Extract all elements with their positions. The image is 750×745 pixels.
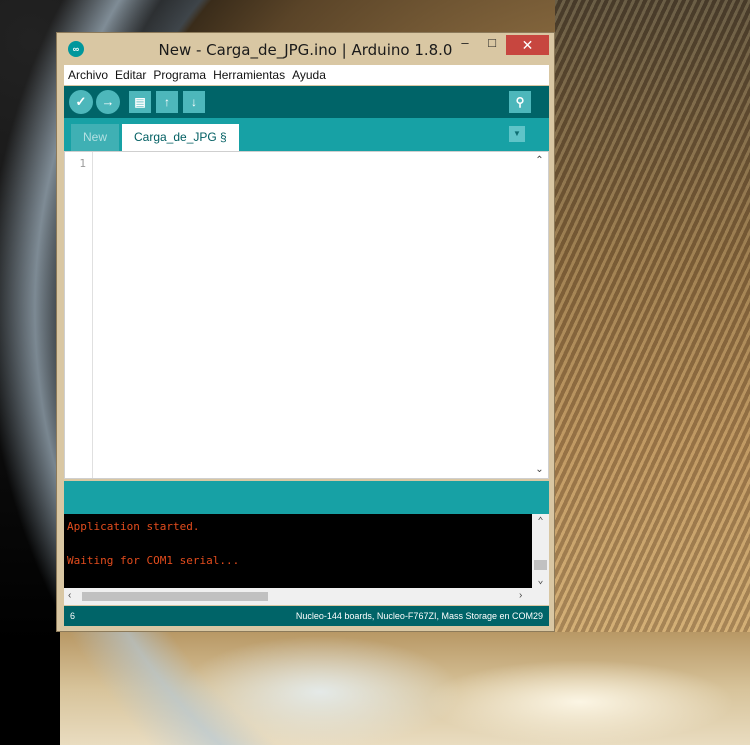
menu-archivo[interactable]: Archivo xyxy=(64,65,111,82)
title-bar[interactable]: ∞ New - Carga_de_JPG.ino | Arduino 1.8.0… xyxy=(57,33,554,65)
scrollbar-thumb[interactable] xyxy=(534,560,547,570)
console-horizontal-scrollbar[interactable]: ‹ › xyxy=(64,588,549,605)
board-port-info: Nucleo-144 boards, Nucleo-F767ZI, Mass S… xyxy=(295,611,543,621)
open-sketch-button[interactable]: ↑ xyxy=(156,91,178,113)
message-status-bar xyxy=(64,481,549,514)
code-editor[interactable]: 1 ⌃ ⌄ xyxy=(64,151,549,479)
scroll-up-icon[interactable]: ⌃ xyxy=(532,516,549,527)
menu-programa[interactable]: Programa xyxy=(149,65,209,82)
line-number-indicator: 6 xyxy=(70,611,76,621)
desktop-wallpaper-bottom xyxy=(60,632,750,745)
tab-new[interactable]: New xyxy=(71,124,120,151)
console-vertical-scrollbar[interactable]: ⌃ ⌄ xyxy=(532,514,549,588)
upload-button[interactable]: → xyxy=(96,90,120,114)
line-number-gutter: 1 xyxy=(65,152,93,478)
console-line: Application started. xyxy=(67,520,200,533)
editor-vertical-scrollbar[interactable]: ⌃ ⌄ xyxy=(531,152,548,478)
menu-ayuda[interactable]: Ayuda xyxy=(288,65,329,82)
line-number: 1 xyxy=(79,157,86,170)
sketch-tab-bar: New Carga_de_JPG § ▼ xyxy=(64,118,549,151)
menu-herramientas[interactable]: Herramientas xyxy=(209,65,288,82)
scroll-up-icon[interactable]: ⌃ xyxy=(531,155,548,166)
arduino-ide-window: ∞ New - Carga_de_JPG.ino | Arduino 1.8.0… xyxy=(56,32,555,632)
tab-menu-chevron-down-icon[interactable]: ▼ xyxy=(509,126,525,142)
scrollbar-thumb[interactable] xyxy=(82,592,268,601)
scroll-down-icon[interactable]: ⌄ xyxy=(532,575,549,586)
close-button[interactable]: ✕ xyxy=(506,35,549,55)
scroll-down-icon[interactable]: ⌄ xyxy=(531,464,548,475)
tab-carga-de-jpg[interactable]: Carga_de_JPG § xyxy=(122,124,239,151)
save-sketch-button[interactable]: ↓ xyxy=(183,91,205,113)
output-console[interactable]: Application started. Waiting for COM1 se… xyxy=(64,514,549,588)
toolbar: ✓ → ▤ ↑ ↓ ⚲ xyxy=(64,86,549,118)
scroll-left-icon[interactable]: ‹ xyxy=(68,590,71,601)
status-footer: 6 Nucleo-144 boards, Nucleo-F767ZI, Mass… xyxy=(64,606,549,626)
menu-bar: Archivo Editar Programa Herramientas Ayuda xyxy=(64,65,549,85)
verify-button[interactable]: ✓ xyxy=(69,90,93,114)
minimize-button[interactable]: – xyxy=(452,35,478,55)
new-sketch-button[interactable]: ▤ xyxy=(129,91,151,113)
console-line: Waiting for COM1 serial... xyxy=(67,554,240,567)
scroll-right-icon[interactable]: › xyxy=(519,590,522,601)
menu-editar[interactable]: Editar xyxy=(111,65,149,82)
serial-monitor-button[interactable]: ⚲ xyxy=(509,91,531,113)
maximize-button[interactable]: □ xyxy=(479,35,505,55)
